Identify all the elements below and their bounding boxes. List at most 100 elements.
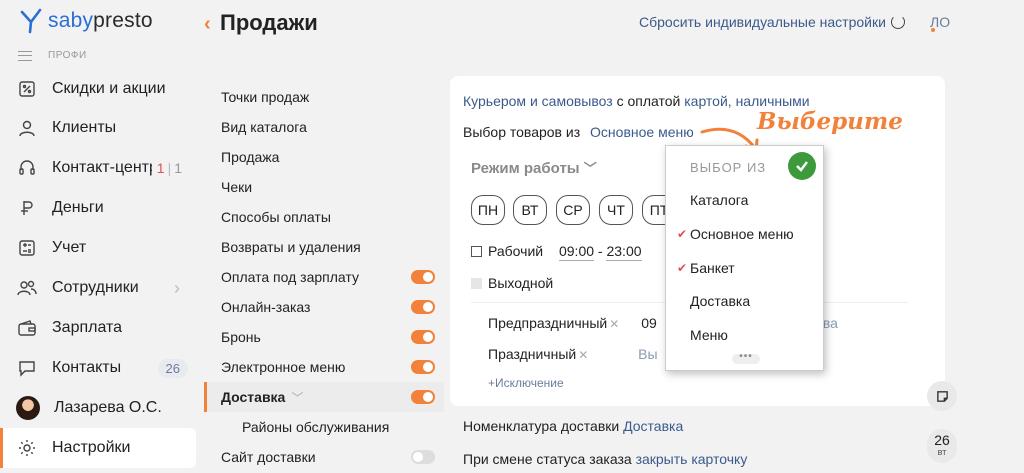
remove-icon[interactable]: ✕ bbox=[578, 348, 588, 362]
sidebar-item-settings[interactable]: Настройки bbox=[0, 428, 196, 468]
sidebar-item-discounts[interactable]: Скидки и акции bbox=[0, 70, 200, 108]
settings-item-payment-methods[interactable]: Способы оплаты bbox=[204, 202, 444, 232]
dayoff-checkbox[interactable] bbox=[471, 278, 482, 289]
goods-selection-link[interactable]: Основное меню bbox=[590, 124, 694, 140]
popup-title: ВЫБОР ИЗ bbox=[690, 160, 767, 175]
day-mon[interactable]: ПН bbox=[471, 195, 505, 225]
nomenclature-label: Номенклатура доставки bbox=[463, 418, 620, 434]
sidebar-item-accounting[interactable]: Учет bbox=[0, 228, 200, 268]
sidebar-item-label: Клиенты bbox=[52, 119, 117, 136]
day-thu[interactable]: ЧТ bbox=[599, 195, 633, 225]
popup-item-main-menu[interactable]: Основное меню bbox=[690, 226, 794, 242]
goods-selection-label: Выбор товаров из bbox=[463, 124, 581, 140]
checkmark-icon[interactable]: ✔ bbox=[677, 227, 687, 241]
settings-item-booking[interactable]: Бронь bbox=[204, 322, 444, 352]
settings-item-points-of-sale[interactable]: Точки продаж bbox=[204, 82, 444, 112]
sidebar-nav: Скидки и акции Клиенты Контакт-центр 1 | 1… bbox=[0, 70, 200, 468]
e-menu-toggle[interactable] bbox=[411, 360, 435, 374]
settings-item-catalog-view[interactable]: Вид каталога bbox=[204, 112, 444, 142]
check-icon bbox=[796, 161, 808, 172]
preholiday-label: Предпраздничный bbox=[488, 315, 608, 331]
sidebar-item-money[interactable]: Деньги bbox=[0, 188, 200, 228]
settings-item-label: Возвраты и удаления bbox=[221, 239, 361, 255]
chevron-down-icon[interactable]: ﹀ bbox=[291, 389, 303, 406]
workday-checkbox[interactable] bbox=[471, 246, 482, 257]
sidebar-item-label: Контакт-центр bbox=[52, 159, 152, 176]
settings-item-service-areas[interactable]: Районы обслуживания bbox=[204, 412, 444, 442]
time-to-field[interactable]: 23:00 bbox=[606, 243, 642, 261]
work-mode-label: Режим работы bbox=[471, 160, 580, 177]
notes-button[interactable] bbox=[927, 381, 957, 411]
notification-dot bbox=[931, 28, 935, 32]
workday-label: Рабочий bbox=[488, 243, 544, 259]
work-mode-toggle[interactable]: Режим работы ﹀ bbox=[471, 158, 597, 177]
add-exception-link[interactable]: +Исключение bbox=[488, 376, 564, 390]
annotation-text: Выберите bbox=[757, 108, 903, 135]
popup-item-delivery[interactable]: Доставка bbox=[690, 293, 750, 309]
checkmark-icon[interactable]: ✔ bbox=[677, 261, 687, 275]
settings-list: Точки продаж Вид каталога Продажа Чеки С… bbox=[204, 82, 444, 472]
burger-icon[interactable] bbox=[18, 50, 32, 61]
settings-item-sale[interactable]: Продажа bbox=[204, 142, 444, 172]
settings-item-salary-payment[interactable]: Оплата под зарплату bbox=[204, 262, 444, 292]
logo-icon bbox=[20, 8, 42, 34]
sidebar-item-contacts[interactable]: Контакты 26 bbox=[0, 348, 200, 388]
nomenclature-link[interactable]: Доставка bbox=[623, 418, 683, 434]
delivery-type-row: Курьером и самовывоз с оплатой картой, н… bbox=[463, 93, 810, 109]
preholiday-time[interactable]: 09 bbox=[641, 315, 657, 331]
status-change-link[interactable]: закрыть карточку bbox=[636, 451, 748, 467]
sidebar-item-clients[interactable]: Клиенты bbox=[0, 108, 200, 148]
calendar-widget[interactable]: 26 вт bbox=[927, 429, 957, 463]
confirm-button[interactable] bbox=[788, 152, 816, 180]
day-tue[interactable]: ВТ bbox=[513, 195, 547, 225]
settings-item-e-menu[interactable]: Электронное меню bbox=[204, 352, 444, 382]
remove-icon[interactable]: ✕ bbox=[609, 317, 619, 331]
sidebar-item-profile[interactable]: Лазарева О.С. bbox=[0, 388, 200, 428]
popup-item-catalog[interactable]: Каталога bbox=[690, 192, 748, 208]
dayoff-label: Выходной bbox=[488, 275, 554, 291]
settings-item-online-order[interactable]: Онлайн-заказ bbox=[204, 292, 444, 322]
employees-icon bbox=[16, 277, 38, 299]
sidebar-item-contact-center[interactable]: Контакт-центр 1 | 1 bbox=[0, 148, 200, 188]
sidebar-item-label: Учет bbox=[52, 239, 87, 256]
percent-icon bbox=[16, 78, 38, 100]
accounting-icon bbox=[16, 237, 38, 259]
sidebar-item-salary[interactable]: Зарплата bbox=[0, 308, 200, 348]
time-from-field[interactable]: 09:00 bbox=[558, 243, 595, 261]
day-wed[interactable]: СР bbox=[556, 195, 590, 225]
settings-item-receipts[interactable]: Чеки bbox=[204, 172, 444, 202]
logo-text: sabypresto bbox=[48, 9, 153, 32]
headset-icon bbox=[16, 157, 38, 179]
money-icon bbox=[16, 197, 38, 219]
reset-settings-label: Сбросить индивидуальные настройки bbox=[639, 14, 886, 30]
settings-item-label: Доставка bbox=[221, 389, 286, 405]
back-button[interactable]: ‹ bbox=[204, 13, 211, 36]
holiday-value[interactable]: Вы bbox=[638, 346, 657, 362]
booking-toggle[interactable] bbox=[411, 330, 435, 344]
delivery-site-toggle[interactable] bbox=[411, 450, 435, 464]
online-order-toggle[interactable] bbox=[411, 300, 435, 314]
settings-icon bbox=[16, 437, 38, 459]
settings-item-delivery[interactable]: Доставка ﹀ bbox=[204, 382, 444, 412]
settings-item-delivery-site[interactable]: Сайт доставки bbox=[204, 442, 444, 472]
popup-item-banquet[interactable]: Банкет bbox=[690, 260, 735, 276]
holiday-row: Праздничный ✕ Вы bbox=[488, 346, 658, 362]
delivery-toggle[interactable] bbox=[411, 390, 435, 404]
selection-popup: ВЫБОР ИЗ Каталога ✔ Основное меню ✔ Банк… bbox=[665, 145, 824, 371]
popup-item-menu[interactable]: Меню bbox=[690, 327, 728, 343]
salary-payment-toggle[interactable] bbox=[411, 270, 435, 284]
workday-row: Рабочий 09:00 - 23:00 bbox=[471, 243, 642, 261]
logo[interactable]: sabypresto bbox=[20, 8, 153, 34]
chevron-right-icon[interactable]: › bbox=[174, 278, 180, 299]
sidebar-item-label: Настройки bbox=[52, 439, 131, 456]
settings-item-returns[interactable]: Возвраты и удаления bbox=[204, 232, 444, 262]
plan-menu[interactable]: ПРОФИ bbox=[18, 50, 87, 61]
contact-center-counter: 1 | 1 bbox=[156, 160, 182, 176]
more-items-button[interactable]: ••• bbox=[732, 352, 760, 364]
delivery-type-link[interactable]: Курьером и самовывоз bbox=[463, 93, 613, 109]
sidebar-item-label: Зарплата bbox=[52, 319, 123, 336]
reset-settings-link[interactable]: Сбросить индивидуальные настройки bbox=[639, 14, 905, 30]
sidebar-item-label: Контакты bbox=[52, 359, 122, 376]
payment-methods-link[interactable]: картой, наличными bbox=[684, 93, 809, 109]
sidebar-item-employees[interactable]: Сотрудники › bbox=[0, 268, 200, 308]
